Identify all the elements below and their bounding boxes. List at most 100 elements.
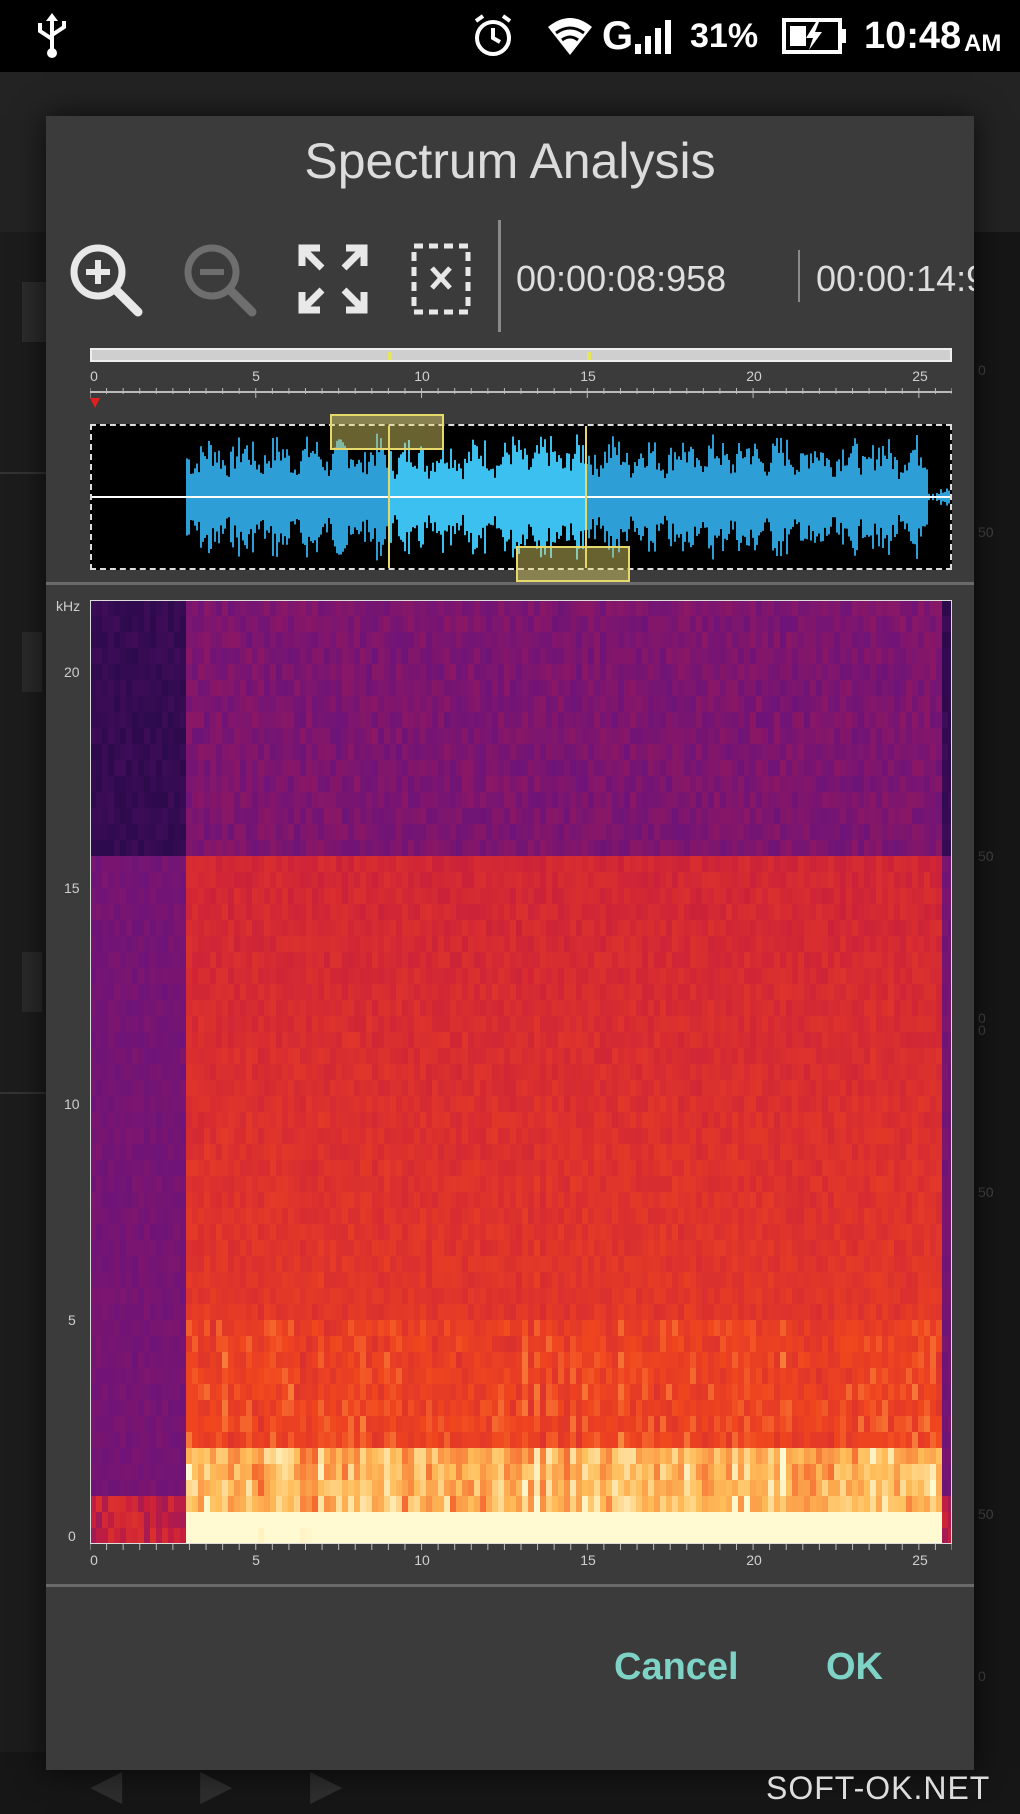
spectrogram-cell [432, 696, 438, 712]
spectrogram-cell [234, 888, 240, 904]
spectrogram-cell [186, 792, 192, 808]
spectrogram-cell [282, 968, 288, 984]
spectrogram-cell [210, 1032, 216, 1048]
spectrogram-cell [312, 1336, 318, 1352]
spectrogram-cell [456, 1336, 462, 1352]
spectrogram-cell [318, 1096, 324, 1112]
spectrogram-cell [480, 680, 486, 696]
spectrogram-cell [186, 1224, 192, 1240]
spectrogram-cell [198, 808, 204, 824]
spectrogram-cell [474, 1224, 480, 1240]
spectrogram-cell [444, 1064, 450, 1080]
spectrogram-cell [162, 1416, 168, 1432]
spectrogram-cell [252, 1400, 258, 1416]
spectrogram-cell [372, 1016, 378, 1032]
spectrogram-cell [432, 1368, 438, 1384]
spectrogram-cell [516, 712, 522, 728]
spectrogram-cell [294, 1272, 300, 1288]
playhead-marker[interactable] [90, 398, 100, 408]
spectrogram-cell [408, 792, 414, 808]
spectrogram-cell [312, 664, 318, 680]
spectrogram-cell [534, 856, 540, 872]
expand-icon[interactable] [294, 240, 372, 318]
zoom-out-icon[interactable] [180, 240, 258, 318]
spectrogram-cell [156, 1400, 162, 1416]
waveform-view[interactable] [90, 414, 952, 582]
spectrogram-cell [486, 1208, 492, 1224]
spectrogram-cell [360, 760, 366, 776]
spectrogram-cell [246, 1144, 252, 1160]
spectrogram-cell [360, 952, 366, 968]
spectrogram-cell [390, 1096, 396, 1112]
spectrogram-cell [120, 1288, 126, 1304]
spectrogram-cell [264, 1240, 270, 1256]
spectrogram-cell [228, 696, 234, 712]
spectrogram-cell [468, 824, 474, 840]
spectrogram-cell [246, 712, 252, 728]
spectrogram-cell [456, 1144, 462, 1160]
spectrogram-cell [336, 744, 342, 760]
spectrogram-cell [102, 1368, 108, 1384]
spectrogram-cell [360, 824, 366, 840]
spectrogram-cell [348, 1208, 354, 1224]
spectrogram-cell [114, 1176, 120, 1192]
spectrogram-cell [300, 648, 306, 664]
spectrogram-cell [156, 920, 162, 936]
spectrogram-cell [180, 1096, 186, 1112]
spectrogram-cell [174, 1512, 180, 1528]
spectrogram-cell [336, 1336, 342, 1352]
spectrogram-cell [438, 616, 444, 632]
spectrogram-cell [354, 1512, 360, 1528]
spectrogram-cell [114, 1256, 120, 1272]
spectrogram-cell [396, 1512, 402, 1528]
spectrogram-cell [330, 776, 336, 792]
selection-start-handle[interactable] [330, 414, 444, 450]
spectrogram-cell [306, 968, 312, 984]
clear-selection-icon[interactable] [408, 240, 486, 318]
usb-icon [34, 10, 70, 62]
spectrogram-cell [480, 1512, 486, 1528]
spectrogram-cell [432, 664, 438, 680]
spectrogram-cell [450, 1400, 456, 1416]
selection-start-time[interactable]: 00:00:08:958 [516, 258, 736, 300]
spectrogram-cell [222, 616, 228, 632]
spectrogram-cell [336, 1416, 342, 1432]
spectrogram-cell [402, 904, 408, 920]
spectrogram-cell [96, 1400, 102, 1416]
spectrogram-cell [372, 856, 378, 872]
spectrogram-cell [498, 856, 504, 872]
spectrogram-cell [108, 1112, 114, 1128]
spectrogram-cell [144, 1368, 150, 1384]
spectrogram-cell [342, 888, 348, 904]
selection-end-handle[interactable] [516, 546, 630, 582]
spectrogram[interactable] [90, 600, 952, 1544]
spectrogram-cell [150, 1432, 156, 1448]
spectrogram-cell [222, 744, 228, 760]
spectrogram-cell [150, 1336, 156, 1352]
zoom-in-icon[interactable] [66, 240, 144, 318]
spectrogram-cell [420, 1496, 426, 1512]
spectrogram-cell [522, 824, 528, 840]
spectrogram-cell [108, 1352, 114, 1368]
spectrogram-cell [276, 920, 282, 936]
spectrogram-cell [198, 1000, 204, 1016]
spectrogram-cell [258, 1368, 264, 1384]
spectrogram-cell [378, 1288, 384, 1304]
spectrogram-cell [300, 1016, 306, 1032]
spectrogram-cell [330, 840, 336, 856]
spectrogram-cell [456, 1528, 462, 1544]
spectrogram-cell [360, 1368, 366, 1384]
spectrogram-cell [120, 1304, 126, 1320]
spectrogram-cell [414, 1064, 420, 1080]
spectrogram-cell [186, 1272, 192, 1288]
background-level-label: 50 [978, 524, 994, 540]
spectrogram-cell [522, 872, 528, 888]
spectrogram-cell [180, 1464, 186, 1480]
selection-end-time[interactable]: 00:00:14:9 [816, 258, 974, 300]
spectrogram-cell [216, 1448, 222, 1464]
spectrogram-cell [480, 1048, 486, 1064]
spectrogram-cell [132, 696, 138, 712]
spectrogram-cell [486, 1224, 492, 1240]
overview-scrollbar[interactable] [90, 348, 952, 362]
spectrogram-cell [156, 1224, 162, 1240]
